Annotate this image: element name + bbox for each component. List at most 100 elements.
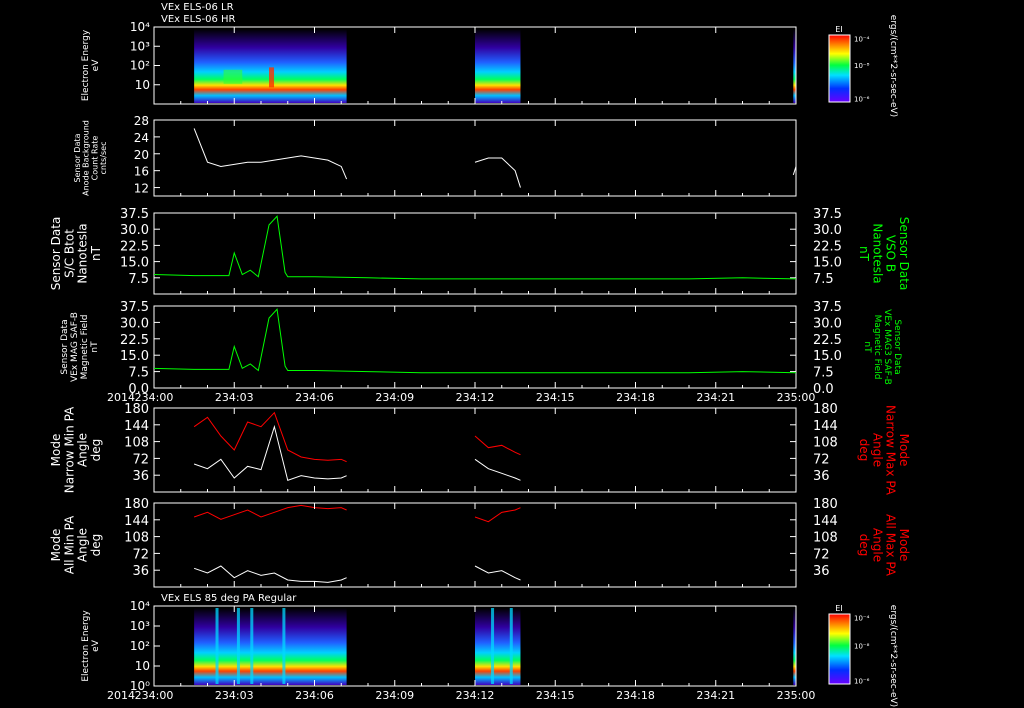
panel6-spectrogram-stripe-2 — [250, 608, 254, 684]
panel3-ylabel-3: 22.5 — [120, 333, 149, 348]
panel2-ylabel-3: 30.0 — [120, 223, 149, 238]
panel5-right-title-line-3: deg — [857, 534, 871, 557]
panel2-series-0 — [153, 215, 797, 280]
panel3-series-0 — [153, 308, 797, 374]
panel5-ytitle-line-3: deg — [89, 534, 103, 557]
panel1-ylabel-0: 12 — [134, 182, 149, 196]
panel2-ylabel-1: 15.0 — [120, 256, 149, 271]
panel4-ylabel-3: 144 — [124, 419, 149, 434]
panel6-xlabel-1: 234:03 — [215, 689, 254, 702]
panel6-xlabel-7: 234:21 — [696, 689, 735, 702]
panel6-ylabel-3: 10 — [135, 659, 150, 673]
panel1-ytitle-line-0: Sensor Data — [73, 133, 82, 182]
panel2-right-title-line-2: Nanotesla — [870, 223, 884, 283]
panel4-series-0 — [193, 424, 347, 481]
panel6-xlabel-6: 234:18 — [616, 689, 655, 702]
panel5-series-3 — [474, 507, 521, 523]
panel0-ytitle-line-0: Electron Energy — [81, 29, 91, 101]
panel3-ytitle-line-3: nT — [90, 341, 100, 353]
panel4-ytitle-line-1: Narrow Min PA — [62, 406, 76, 493]
panel4-ylabel-4: 180 — [124, 402, 149, 417]
panel6-xlabel-0: 234:00 — [135, 689, 174, 702]
panel0-spectrogram-hotspot — [223, 69, 243, 84]
panel5-ylabel-4: 180 — [124, 497, 149, 512]
panel4-ylabel-0: 36 — [132, 469, 149, 484]
panel3-xlabel-4: 234:12 — [456, 391, 495, 404]
panel6-spectrogram-stripe-0 — [215, 608, 219, 684]
panel6-ytitle: Electron EnergyeV — [81, 610, 101, 682]
panel5-ylabel-right-0: 36 — [813, 564, 830, 579]
panel0-ylabel-3: 10 — [135, 78, 150, 92]
panel3-ytitle-line-0: Sensor Data — [60, 319, 70, 374]
panel0-colorbar-unit: ergs/(cm**2-sr-sec-eV) — [888, 15, 898, 117]
panel0-spectrogram-block-0 — [194, 29, 347, 103]
panel3-ylabel-right-1: 7.5 — [813, 366, 834, 381]
panel2-ylabel-4: 37.5 — [120, 207, 149, 222]
panel4-ytitle-line-3: deg — [89, 439, 103, 462]
panel5-ylabel-2: 108 — [124, 531, 149, 546]
panel6-xlabel-2: 234:06 — [295, 689, 334, 702]
panel0-ylabel-2: 10² — [130, 59, 150, 73]
panel5-ylabel-right-3: 144 — [813, 514, 838, 529]
panel5-right-title-line-0: Mode — [897, 529, 911, 562]
panel4-ylabel-2: 108 — [124, 436, 149, 451]
panel3-ylabel-right-2: 15.0 — [813, 349, 842, 364]
panel4-ylabel-right-2: 108 — [813, 436, 838, 451]
panel0-colorbar-label: EI — [835, 25, 842, 34]
panel3-ylabel-right-3: 22.5 — [813, 333, 842, 348]
panel6-ylabel-0: 10⁴ — [130, 599, 150, 613]
panel6-colorbar-unit: ergs/(cm**2-sr-sec-eV) — [888, 605, 898, 707]
panel5-ylabel-right-1: 72 — [813, 547, 830, 562]
panel4-right-title-line-1: Narrow Max PA — [884, 405, 898, 496]
panel0-ylabel-1: 10³ — [130, 39, 150, 53]
panel3-ylabel-right-4: 30.0 — [813, 316, 842, 331]
panel2-right-title: Sensor DataVSO BNanoteslanT — [857, 217, 911, 291]
panel3-ytitle-line-2: Magnetic Field — [80, 315, 90, 380]
panel1-ylabel-2: 20 — [134, 148, 149, 162]
panel5-ylabel-right-4: 180 — [813, 497, 838, 512]
panel6-ytitle-line-1: eV — [91, 639, 101, 652]
panel3-xlabel-3: 234:09 — [375, 391, 414, 404]
panel4-ytitle: ModeNarrow Min PAAngledeg — [49, 406, 103, 493]
panel3-right-title-line-3: nT — [862, 341, 872, 353]
panel6-ylabel-1: 10³ — [130, 619, 150, 633]
panel0-colorbar-tick-2: 10⁻⁶ — [854, 96, 870, 104]
panel3-ylabel-right-0: 0.0 — [813, 382, 834, 397]
panel6-colorbar-tick-2: 10⁻⁶ — [854, 678, 870, 686]
panel0-colorbar-tick-0: 10⁻⁴ — [854, 35, 870, 43]
panel5-ytitle-line-2: Angle — [76, 528, 90, 562]
panel3-ytitle-line-1: VEx MAG SAF-B — [70, 312, 80, 382]
panel2-ytitle: Sensor DataS/C BtotNanoteslanT — [49, 217, 103, 291]
panel0-colorbar-tick-1: 10⁻⁸ — [854, 62, 870, 70]
panel2-ytitle-line-3: nT — [89, 245, 103, 261]
panel5-ytitle-line-1: All Min PA — [62, 515, 76, 574]
panel5-series-2 — [474, 565, 521, 581]
panel1-ytitle-line-1: Anode Background — [82, 120, 91, 196]
panel2-frame — [153, 212, 797, 295]
panel6-spectrogram-stripe-5 — [509, 608, 513, 684]
panel2-ylabel-right-1: 15.0 — [813, 256, 842, 271]
panel1-ytitle: Sensor DataAnode BackgroundCount Ratecnt… — [73, 120, 108, 196]
panel5-ytitle-line-0: Mode — [49, 529, 63, 562]
panel4-ylabel-right-1: 72 — [813, 452, 830, 467]
panel6-spectrogram-stripe-3 — [282, 608, 286, 684]
panel0-ytitle: Electron EnergyeV — [81, 29, 101, 101]
panel4-ylabel-right-4: 180 — [813, 402, 838, 417]
panel6-xlabel-3: 234:09 — [375, 689, 414, 702]
panel4-ylabel-right-3: 144 — [813, 419, 838, 434]
panel0-spectrogram-block-1 — [475, 29, 521, 103]
panel2-ylabel-right-3: 30.0 — [813, 223, 842, 238]
panel1-ytitle-line-3: cnts/sec — [99, 142, 108, 175]
panel4-ylabel-right-0: 36 — [813, 469, 830, 484]
panel3-right-title: Sensor DataVEx MAG3 SAF-BMagnetic Fieldn… — [862, 309, 902, 385]
panel0-colorbar — [828, 34, 851, 103]
panel4-ylabel-1: 72 — [132, 452, 149, 467]
panel2-ylabel-right-4: 37.5 — [813, 207, 842, 222]
panel2-ytitle-line-1: S/C Btot — [62, 229, 76, 278]
panel3-xlabel-7: 234:21 — [696, 391, 735, 404]
panel2-ytitle-line-2: Nanotesla — [76, 223, 90, 283]
panel1-ytitle-line-2: Count Rate — [90, 136, 99, 181]
stacked-plot: 10⁴10³10²10Electron EnergyeVEI10⁻⁴10⁻⁸10… — [49, 15, 911, 707]
panel1-frame — [153, 119, 797, 197]
panel3-xlabel-6: 234:18 — [616, 391, 655, 404]
